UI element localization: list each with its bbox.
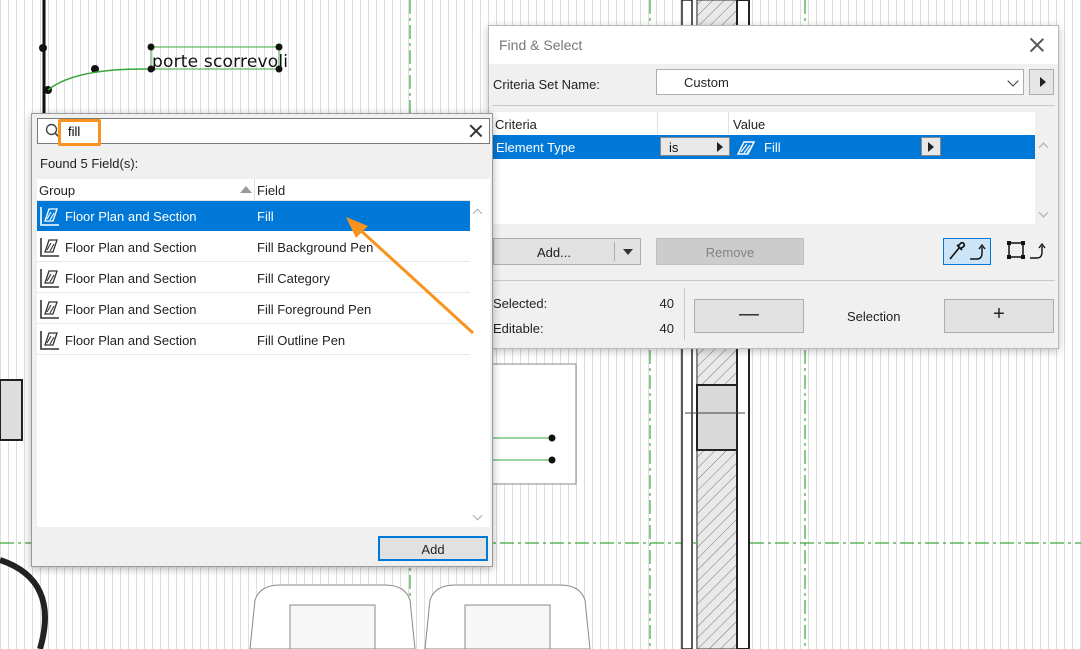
add-criteria-label: Add... [537, 245, 571, 260]
selected-count: 40 [659, 296, 674, 311]
add-criteria-button[interactable]: Add... [493, 238, 641, 265]
list-item[interactable]: Floor Plan and Section Fill [37, 201, 470, 231]
list-header: Group Field [37, 179, 470, 201]
add-field-label: Add [421, 542, 445, 557]
divider [684, 288, 685, 340]
selected-label: Selected: [493, 296, 548, 311]
header-field[interactable]: Field [257, 183, 285, 198]
field-search-popup: Found 5 Field(s): Group Field Floor Plan… [31, 113, 493, 567]
cad-text-label[interactable]: porte scorrevoli [152, 52, 288, 72]
column-divider[interactable] [254, 179, 255, 200]
header-group[interactable]: Group [39, 183, 75, 198]
criteria-cell: Element Type [496, 140, 576, 155]
list-item[interactable]: Floor Plan and Section Fill Category [37, 263, 470, 293]
add-to-selection-button[interactable]: + [944, 299, 1054, 333]
selection-label: Selection [847, 309, 901, 324]
field-cell: Fill Foreground Pen [257, 302, 372, 317]
close-icon[interactable] [1027, 35, 1047, 55]
add-field-button[interactable]: Add [378, 536, 488, 561]
value-menu-button[interactable] [921, 137, 941, 156]
editable-label: Editable: [493, 321, 544, 336]
scroll-down-icon[interactable] [1038, 207, 1049, 218]
search-icon [45, 123, 61, 139]
divider [492, 280, 1055, 281]
title-bar[interactable]: Find & Select [489, 26, 1058, 64]
group-cell: Floor Plan and Section [65, 333, 197, 348]
split-divider [614, 242, 615, 261]
header-criteria: Criteria [495, 117, 537, 132]
deselect-button[interactable]: — [694, 299, 804, 333]
column-divider [728, 112, 729, 134]
list-item[interactable]: Floor Plan and Section Fill Background Pe… [37, 232, 470, 262]
operator-button[interactable]: is [660, 137, 730, 156]
group-cell: Floor Plan and Section [65, 209, 197, 224]
field-cell: Fill Background Pen [257, 240, 374, 255]
remove-label: Remove [705, 245, 755, 260]
selection-frame-button[interactable] [1004, 238, 1052, 265]
eyedropper-icon [949, 241, 986, 260]
criteria-set-label: Criteria Set Name: [493, 77, 600, 92]
chevron-down-icon [1007, 75, 1019, 87]
criteria-set-dropdown[interactable]: Custom [656, 69, 1024, 95]
header-value: Value [733, 117, 766, 132]
results-count: Found 5 Field(s): [40, 156, 139, 171]
selection-frame-icon [1007, 241, 1046, 259]
list-item[interactable]: Floor Plan and Section Fill Outline Pen [37, 325, 470, 355]
floor-plan-section-icon [40, 269, 59, 288]
list-item[interactable]: Floor Plan and Section Fill Foreground Pe… [37, 294, 470, 324]
divider [492, 105, 1055, 106]
group-cell: Floor Plan and Section [65, 271, 197, 286]
sort-ascending-icon [240, 186, 252, 193]
editable-count: 40 [659, 321, 674, 336]
floor-plan-section-icon [40, 207, 59, 226]
chevron-down-icon[interactable] [623, 249, 633, 255]
field-cell: Fill [257, 209, 274, 224]
scroll-up-icon[interactable] [1038, 142, 1049, 153]
field-cell: Fill Category [257, 271, 330, 286]
floor-plan-section-icon [40, 300, 59, 319]
criteria-table: Criteria Value Element Type is Fill [492, 112, 1035, 224]
operator-label: is [669, 140, 679, 155]
group-cell: Floor Plan and Section [65, 302, 197, 317]
search-box[interactable] [37, 118, 490, 144]
eyedropper-button[interactable] [943, 238, 991, 265]
value-cell: Fill [764, 140, 781, 155]
floor-plan-section-icon [40, 238, 59, 257]
find-select-dialog: Find & Select Criteria Set Name: Custom … [488, 25, 1059, 349]
clear-search-icon[interactable] [468, 123, 484, 139]
floor-plan-section-icon [40, 331, 59, 350]
fill-tool-icon [736, 141, 756, 155]
remove-button[interactable]: Remove [656, 238, 804, 265]
dialog-title: Find & Select [499, 37, 583, 53]
group-cell: Floor Plan and Section [65, 240, 197, 255]
field-cell: Fill Outline Pen [257, 333, 346, 348]
criteria-set-menu-button[interactable] [1029, 69, 1054, 95]
field-results-list: Group Field Floor Plan and Section Fill Fl… [37, 179, 490, 527]
search-input[interactable] [68, 122, 448, 140]
minus-icon: — [739, 303, 759, 325]
plus-icon: + [993, 303, 1005, 325]
column-divider [657, 112, 658, 134]
criteria-row[interactable]: Element Type is Fill [492, 135, 1035, 159]
criteria-set-value: Custom [684, 75, 729, 90]
